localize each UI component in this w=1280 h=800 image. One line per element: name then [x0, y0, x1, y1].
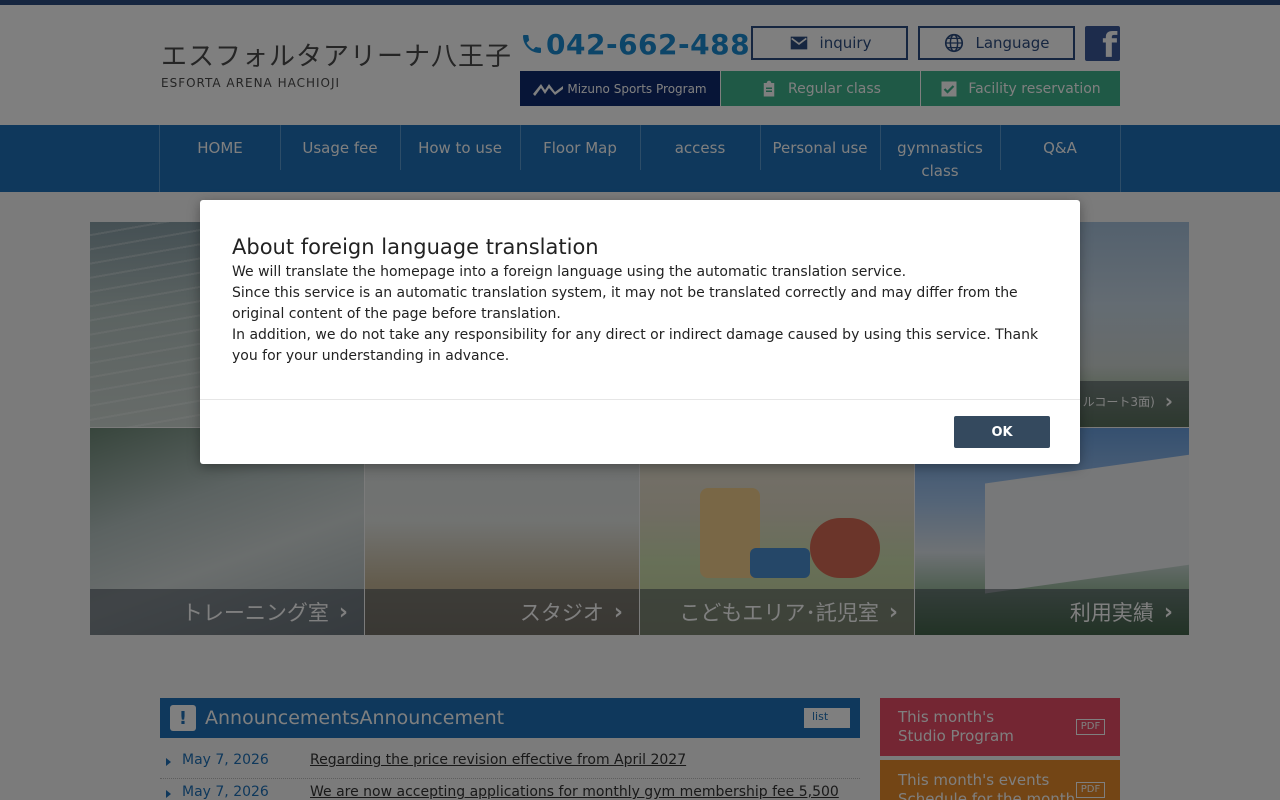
modal-footer: OK	[200, 399, 1080, 464]
translation-modal: About foreign language translation We wi…	[200, 200, 1080, 464]
modal-paragraph: We will translate the homepage into a fo…	[232, 264, 907, 280]
modal-paragraph: Since this service is an automatic trans…	[232, 285, 1018, 322]
modal-title: About foreign language translation	[232, 235, 599, 259]
ok-button[interactable]: OK	[954, 416, 1050, 448]
modal-body: We will translate the homepage into a fo…	[232, 262, 1052, 367]
modal-paragraph: In addition, we do not take any responsi…	[232, 327, 1039, 364]
